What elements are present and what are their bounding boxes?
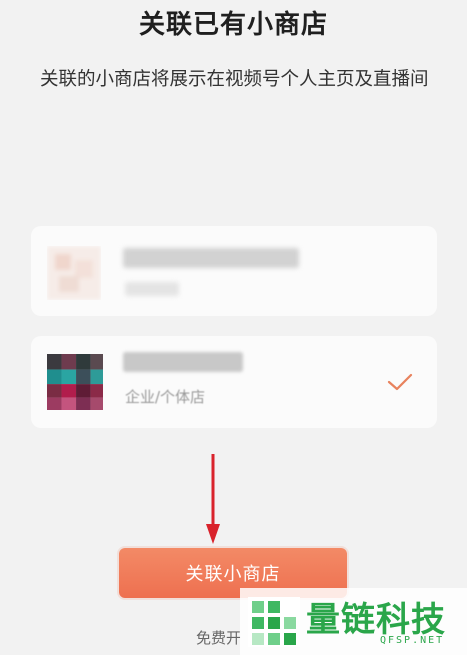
watermark-name: 量链科技 [306, 600, 446, 640]
store-name-blurred [123, 352, 243, 372]
footer-link[interactable]: 免费开 [196, 627, 241, 648]
store-card-2[interactable]: 企业/个体店 [31, 336, 437, 428]
store-card-1[interactable] [31, 226, 437, 316]
arrow-down-icon [206, 454, 220, 544]
page-title: 关联已有小商店 [138, 10, 328, 40]
store-name-blurred [123, 248, 299, 268]
check-icon [387, 373, 413, 391]
store-type-label: 企业/个体店 [125, 388, 206, 406]
store-avatar-blurred [47, 246, 101, 300]
store-avatar-pixelated [47, 354, 103, 410]
watermark: 量链科技 QFSP.NET [240, 588, 467, 655]
watermark-domain: QFSP.NET [380, 635, 445, 646]
watermark-logo-icon [248, 597, 300, 647]
page-subtitle: 关联的小商店将展示在视频号个人主页及直播间 [40, 69, 429, 90]
store-type-blurred [125, 282, 179, 296]
